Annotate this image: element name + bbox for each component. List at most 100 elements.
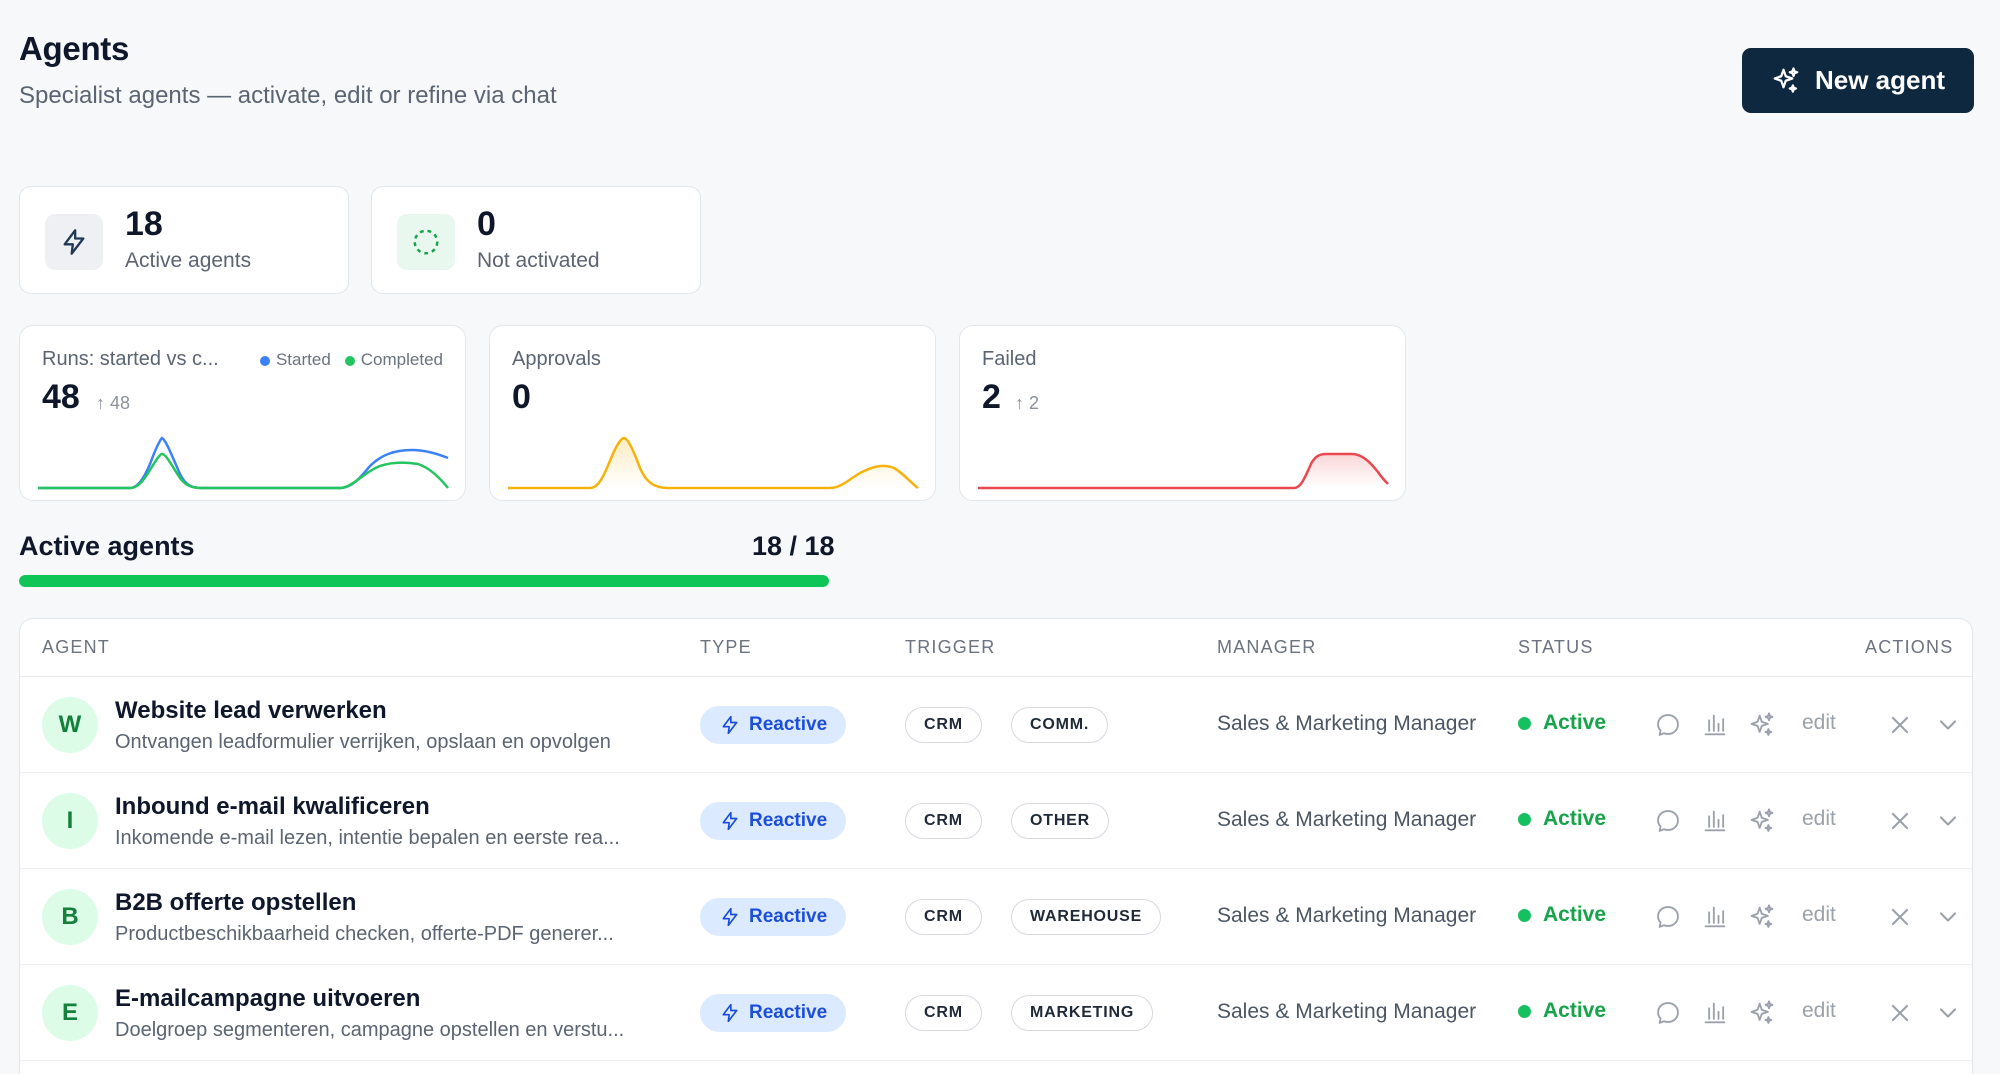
edit-link[interactable]: edit (1802, 807, 1836, 831)
bar-chart-icon[interactable] (1701, 711, 1729, 739)
stat-value: 0 (477, 205, 496, 243)
stat-value: 18 (125, 205, 163, 243)
trigger-tag: OTHER (1011, 803, 1109, 839)
col-actions: ACTIONS (1865, 637, 1954, 657)
table-header: AGENT TYPE TRIGGER MANAGER STATUS ACTION… (20, 619, 1972, 677)
table-row[interactable]: W Website lead verwerken Ontvangen leadf… (20, 677, 1972, 773)
status-badge: Active (1518, 711, 1606, 735)
status-dot (1518, 908, 1531, 922)
agent-description: Inkomende e-mail lezen, intentie bepalen… (115, 827, 620, 849)
legend-started: Started (259, 350, 331, 370)
failed-value: 2 (982, 378, 1001, 416)
stat-label: Not activated (477, 249, 600, 272)
chat-icon[interactable] (1654, 711, 1682, 739)
new-agent-button[interactable]: New agent (1742, 48, 1974, 113)
bolt-icon (722, 1003, 738, 1023)
runs-delta: ↑ 48 (96, 393, 131, 413)
col-agent: AGENT (42, 637, 111, 657)
agents-table: AGENT TYPE TRIGGER MANAGER STATUS ACTION… (19, 618, 1973, 1074)
edit-link[interactable]: edit (1802, 999, 1836, 1023)
agent-name[interactable]: B2B offerte opstellen (115, 889, 356, 917)
avatar: B (42, 889, 98, 945)
status-badge: Active (1518, 807, 1606, 831)
section-title: Active agents (19, 531, 195, 561)
sparkles-icon[interactable] (1748, 807, 1776, 835)
approvals-sparkline (508, 436, 919, 490)
trigger-tag: WAREHOUSE (1011, 899, 1162, 935)
manager-name: Sales & Marketing Manager (1217, 904, 1477, 927)
page-title: Agents (19, 30, 130, 67)
dashed-circle-icon (397, 214, 455, 270)
failed-title: Failed (982, 348, 1037, 370)
bar-chart-icon[interactable] (1701, 807, 1729, 835)
type-badge: Reactive (700, 898, 847, 936)
failed-delta: ↑ 2 (1015, 393, 1040, 413)
page-header: Agents Specialist agents — activate, edi… (19, 30, 557, 110)
chevron-down-icon[interactable] (1934, 999, 1962, 1027)
trigger-tag: CRM (905, 803, 982, 839)
table-row[interactable]: I Inbound e-mail kwalificeren Inkomende … (20, 773, 1972, 869)
manager-name: Sales & Marketing Manager (1217, 1000, 1477, 1023)
avatar: E (42, 985, 98, 1041)
trigger-tag: MARKETING (1011, 995, 1154, 1031)
type-label: Reactive (749, 714, 828, 735)
close-icon[interactable] (1886, 999, 1914, 1027)
chevron-down-icon[interactable] (1934, 807, 1962, 835)
agent-name[interactable]: Inbound e-mail kwalificeren (115, 793, 430, 821)
chat-icon[interactable] (1654, 999, 1682, 1027)
stat-label: Active agents (125, 249, 252, 272)
status-label: Active (1543, 903, 1607, 926)
chat-icon[interactable] (1654, 903, 1682, 931)
col-trigger: TRIGGER (905, 637, 996, 657)
sparkles-icon (1773, 66, 1799, 93)
edit-link[interactable]: edit (1802, 711, 1836, 735)
col-type: TYPE (700, 637, 752, 657)
close-icon[interactable] (1886, 807, 1914, 835)
agent-name[interactable]: Website lead verwerken (115, 697, 387, 725)
bolt-icon (722, 907, 738, 927)
table-row[interactable]: B B2B offerte opstellen Productbeschikba… (20, 869, 1972, 965)
manager-name: Sales & Marketing Manager (1217, 712, 1477, 735)
table-row[interactable]: E E-mailcampagne uitvoeren Doelgroep seg… (20, 965, 1972, 1061)
stat-card-not-activated: 0 Not activated (371, 186, 701, 294)
close-icon[interactable] (1886, 903, 1914, 931)
close-icon[interactable] (1886, 711, 1914, 739)
chevron-down-icon[interactable] (1934, 903, 1962, 931)
sparkles-icon[interactable] (1748, 711, 1776, 739)
status-label: Active (1543, 807, 1607, 830)
failed-sparkline (978, 452, 1389, 490)
page-subtitle: Specialist agents — activate, edit or re… (19, 82, 557, 109)
avatar: W (42, 697, 98, 753)
runs-value: 48 (42, 378, 80, 416)
runs-card: Runs: started vs c... Started Completed … (19, 325, 466, 501)
status-badge: Active (1518, 903, 1606, 927)
avatar: I (42, 793, 98, 849)
legend-completed: Completed (344, 350, 443, 370)
col-manager: MANAGER (1217, 637, 1317, 657)
sparkles-icon[interactable] (1748, 903, 1776, 931)
approvals-title: Approvals (512, 348, 601, 370)
bar-chart-icon[interactable] (1701, 999, 1729, 1027)
approvals-value: 0 (512, 378, 531, 416)
status-label: Active (1543, 999, 1607, 1022)
type-badge: Reactive (700, 706, 847, 744)
agent-description: Productbeschikbaarheid checken, offerte-… (115, 923, 614, 945)
agent-name[interactable]: E-mailcampagne uitvoeren (115, 985, 420, 1013)
trigger-tag: CRM (905, 995, 982, 1031)
runs-sparkline (38, 436, 449, 490)
bar-chart-icon[interactable] (1701, 903, 1729, 931)
sparkles-icon[interactable] (1748, 999, 1776, 1027)
type-badge: Reactive (700, 802, 847, 840)
chat-icon[interactable] (1654, 807, 1682, 835)
trigger-tag: CRM (905, 899, 982, 935)
stat-card-active: 18 Active agents (19, 186, 349, 294)
type-label: Reactive (749, 810, 828, 831)
status-dot (1518, 812, 1531, 826)
edit-link[interactable]: edit (1802, 903, 1836, 927)
trigger-tag: CRM (905, 707, 982, 743)
trigger-tag: COMM. (1011, 707, 1109, 743)
bolt-icon (722, 811, 738, 831)
chevron-down-icon[interactable] (1934, 711, 1962, 739)
section-count: 18 / 18 (752, 531, 835, 561)
manager-name: Sales & Marketing Manager (1217, 808, 1477, 831)
